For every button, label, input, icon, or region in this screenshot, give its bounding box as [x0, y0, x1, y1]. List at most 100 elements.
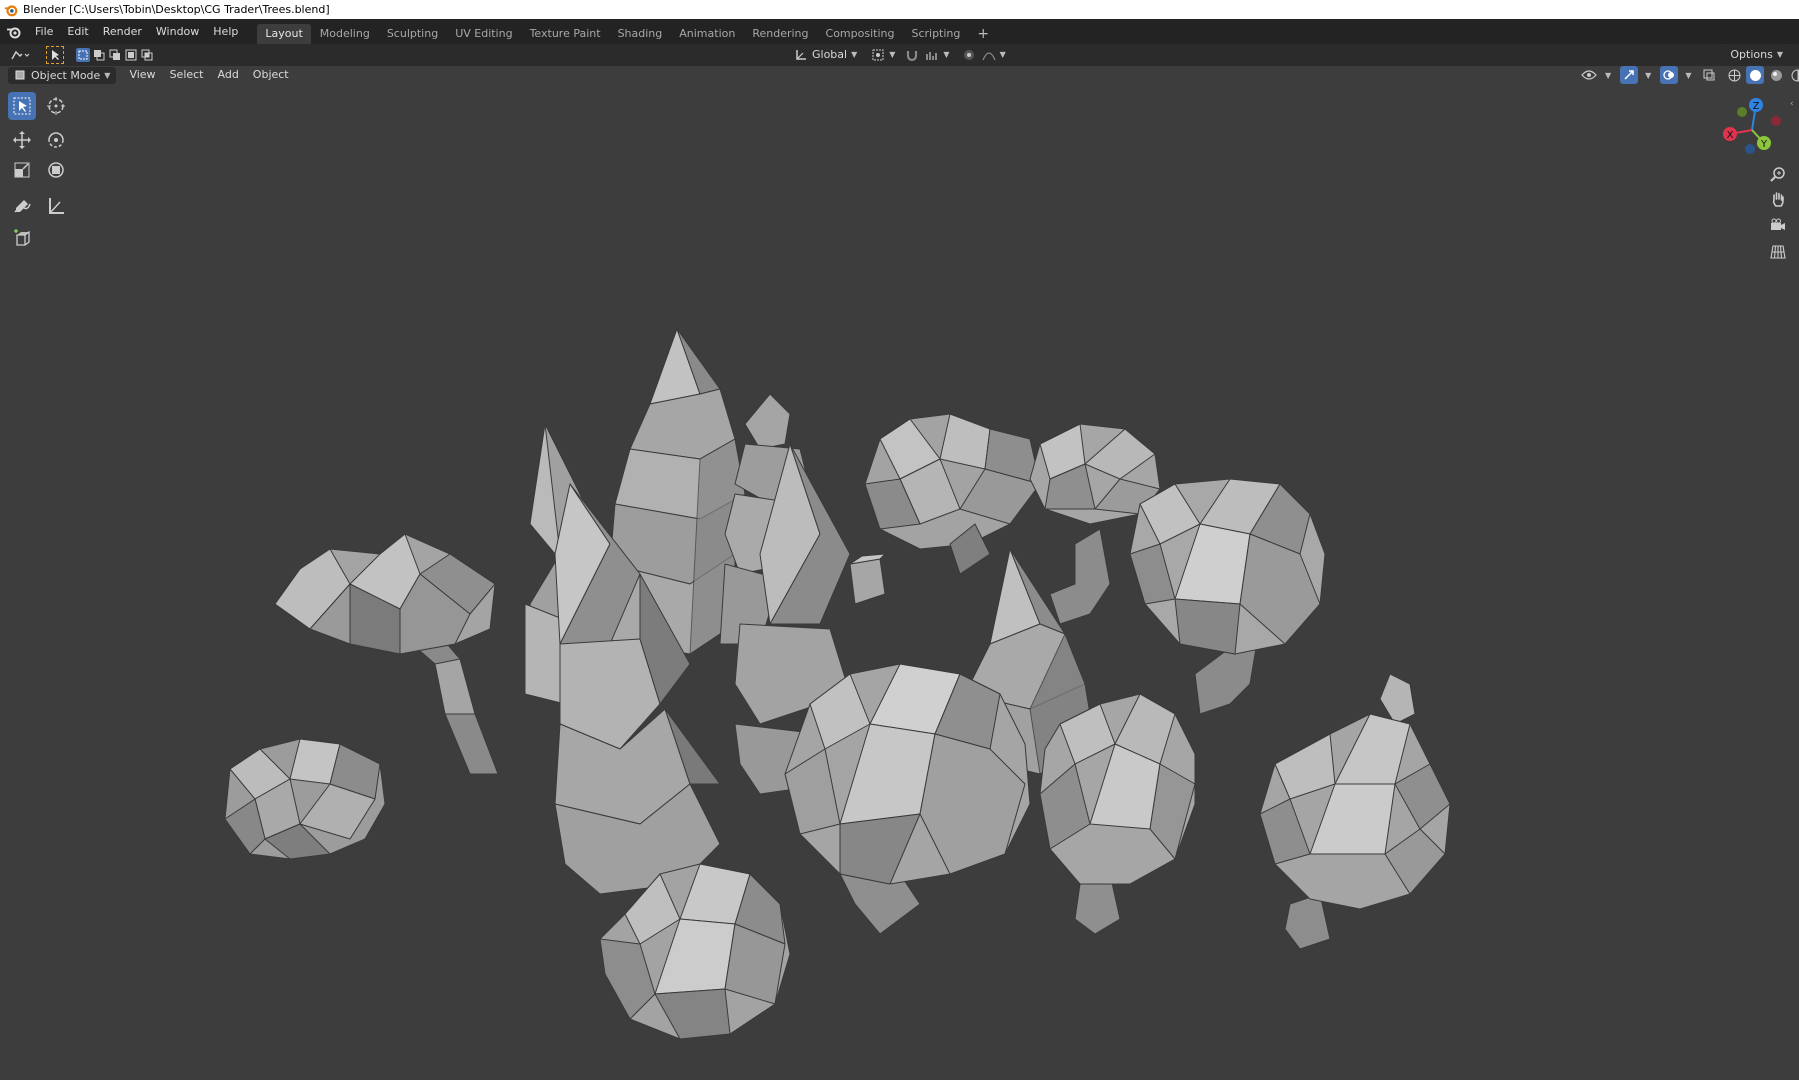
blender-menu-icon[interactable]: [6, 24, 22, 40]
add-workspace-icon[interactable]: +: [969, 24, 997, 44]
menu-window[interactable]: Window: [149, 21, 206, 43]
tab-scripting[interactable]: Scripting: [903, 24, 968, 44]
xray-toggle-icon[interactable]: [1700, 66, 1718, 84]
snap-increment-icon: [926, 51, 938, 60]
menu-view[interactable]: View: [122, 64, 162, 86]
proportional-edit-toggle[interactable]: [962, 46, 976, 63]
chevron-down-icon: ▼: [889, 50, 896, 59]
overlays-toggle-icon[interactable]: [1660, 66, 1679, 84]
menu-help[interactable]: Help: [206, 21, 245, 43]
chevron-down-icon[interactable]: ▼: [1645, 71, 1651, 80]
shading-wireframe-icon[interactable]: [1725, 66, 1743, 84]
zoom-button[interactable]: [1767, 163, 1789, 185]
selection-mode-group: [76, 48, 154, 62]
chevron-down-icon[interactable]: ▼: [1685, 71, 1691, 80]
menu-edit[interactable]: Edit: [60, 21, 95, 43]
gizmo-toggle-icon[interactable]: [1620, 66, 1639, 84]
pan-button[interactable]: [1767, 188, 1789, 210]
gizmo-neg-z-icon[interactable]: [1745, 144, 1755, 154]
menu-render[interactable]: Render: [96, 21, 149, 43]
window-titlebar: Blender [C:\Users\Tobin\Desktop\CG Trade…: [0, 0, 1799, 19]
tab-shading[interactable]: Shading: [610, 24, 671, 44]
cursor-tool[interactable]: [42, 92, 70, 120]
snap-toggle[interactable]: [905, 46, 919, 63]
pencil-icon: [14, 200, 31, 213]
object-mode-dropdown[interactable]: Object Mode ▼: [8, 66, 117, 84]
shading-solid-icon[interactable]: [1746, 66, 1765, 84]
tree-mesh[interactable]: [1039, 693, 1196, 935]
menu-add[interactable]: Add: [211, 64, 246, 86]
cursor-arrow-icon: [13, 97, 31, 115]
add-cube-icon: [14, 229, 30, 246]
camera-view-button[interactable]: [1767, 214, 1789, 236]
menu-object[interactable]: Object: [246, 64, 296, 86]
tree-mesh[interactable]: [784, 663, 1031, 935]
tab-uv-editing[interactable]: UV Editing: [447, 24, 520, 44]
magnet-icon: [907, 50, 918, 61]
options-dropdown[interactable]: Options ▼: [1724, 46, 1789, 63]
gizmo-y-label: Y: [1760, 139, 1768, 150]
transform-controls: Global ▼ ▼ ▼ ▼: [794, 46, 1006, 63]
pivot-icon: [872, 49, 884, 60]
selection-intersect-icon[interactable]: [140, 48, 154, 62]
gizmo-neg-y-icon[interactable]: [1737, 107, 1747, 117]
selection-new-icon[interactable]: [76, 48, 90, 62]
chevron-down-icon: ▼: [1776, 50, 1783, 59]
orientation-icon: [796, 49, 806, 60]
move-tool[interactable]: [8, 126, 36, 154]
menu-file[interactable]: File: [28, 21, 60, 43]
shading-rendered-icon[interactable]: [1788, 66, 1799, 84]
transform-orientation-dropdown[interactable]: Global ▼: [794, 46, 857, 63]
chevron-down-icon: ▼: [104, 70, 111, 80]
annotate-tool[interactable]: [8, 192, 36, 220]
chevron-down-icon: ▼: [943, 50, 950, 59]
shading-material-icon[interactable]: [1767, 66, 1785, 84]
bush-mesh[interactable]: [224, 738, 386, 860]
select-box-tool[interactable]: [8, 92, 36, 120]
scale-icon: [14, 162, 30, 178]
proportional-falloff-dropdown[interactable]: ▼: [981, 46, 1006, 63]
window-title: Blender [C:\Users\Tobin\Desktop\CG Trade…: [23, 3, 330, 16]
gizmo-z-label: Z: [1753, 101, 1760, 112]
scale-tool[interactable]: [8, 156, 36, 184]
move-arrows-icon: [13, 131, 31, 149]
tool-header: Global ▼ ▼ ▼ ▼ Options ▼: [0, 44, 1799, 66]
selection-extend-icon[interactable]: [92, 48, 106, 62]
editor-type-icon[interactable]: [8, 46, 32, 64]
transform-icon: [48, 162, 64, 178]
gizmo-neg-x-icon[interactable]: [1771, 116, 1781, 126]
measure-tool[interactable]: [42, 192, 70, 220]
navigation-gizmo[interactable]: Z X Y: [1712, 95, 1792, 165]
grid-icon: [1770, 245, 1786, 259]
tab-modeling[interactable]: Modeling: [312, 24, 378, 44]
add-cube-tool[interactable]: [8, 224, 36, 252]
tree-mesh[interactable]: [864, 413, 1041, 575]
select-tool-icon[interactable]: [46, 46, 64, 64]
tab-texture-paint[interactable]: Texture Paint: [522, 24, 609, 44]
tab-layout[interactable]: Layout: [257, 24, 311, 44]
chevron-down-icon[interactable]: ▼: [1605, 71, 1611, 80]
tree-mesh[interactable]: [1259, 673, 1451, 950]
rotate-tool[interactable]: [42, 126, 70, 154]
tab-rendering[interactable]: Rendering: [744, 24, 816, 44]
tab-compositing[interactable]: Compositing: [818, 24, 903, 44]
workspace-tabs: Layout Modeling Sculpting UV Editing Tex…: [257, 19, 998, 44]
object-mode-icon: [15, 70, 25, 80]
small-mesh-block[interactable]: [849, 553, 886, 605]
pivot-point-dropdown[interactable]: ▼: [871, 46, 895, 63]
rotate-icon: [48, 132, 64, 148]
selection-subtract-icon[interactable]: [108, 48, 122, 62]
selection-invert-icon[interactable]: [124, 48, 138, 62]
perspective-toggle-button[interactable]: [1767, 241, 1789, 263]
chevron-down-icon: ▼: [999, 50, 1006, 59]
sidebar-toggle-icon[interactable]: ‹: [1790, 99, 1798, 109]
snap-target-dropdown[interactable]: ▼: [925, 46, 950, 63]
tab-sculpting[interactable]: Sculpting: [379, 24, 446, 44]
tree-mesh[interactable]: [1129, 478, 1326, 715]
tree-mesh[interactable]: [274, 533, 499, 775]
tab-animation[interactable]: Animation: [671, 24, 743, 44]
viewport-3d[interactable]: [0, 84, 1799, 1080]
transform-tool[interactable]: [42, 156, 70, 184]
visibility-eye-icon[interactable]: [1580, 66, 1598, 84]
menu-select[interactable]: Select: [163, 64, 211, 86]
